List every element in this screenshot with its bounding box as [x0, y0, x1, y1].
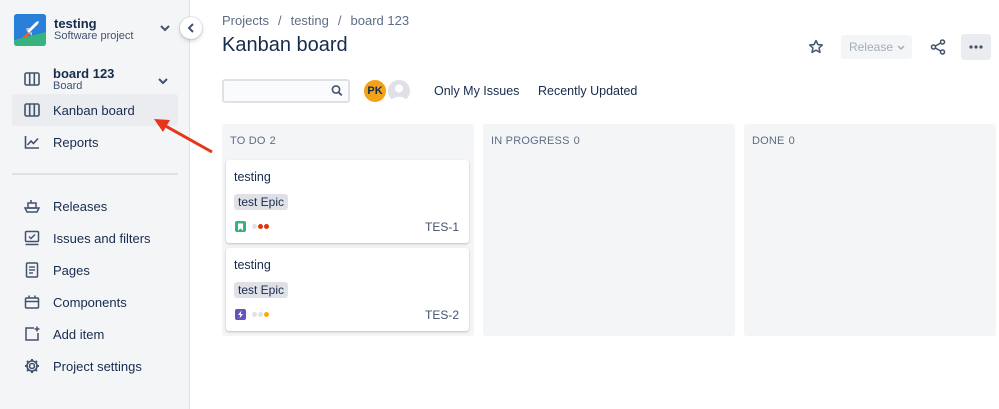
issue-card[interactable]: testing test Epic TES-1	[226, 160, 469, 243]
add-item-icon	[24, 326, 40, 342]
sidebar-item-label: Add item	[53, 326, 105, 342]
project-header[interactable]: testing Software project	[14, 14, 184, 46]
columns-icon	[24, 102, 40, 118]
column-in-progress: IN PROGRESS 0	[483, 124, 735, 336]
share-icon	[930, 39, 946, 55]
header-actions: Release	[803, 34, 991, 60]
chevron-down-icon[interactable]	[158, 76, 168, 88]
column-count: 0	[788, 135, 795, 147]
issue-summary: testing	[234, 258, 271, 272]
project-name: testing	[54, 16, 97, 31]
share-button[interactable]	[925, 34, 951, 60]
column-header: TO DO 2	[230, 135, 276, 147]
issues-icon	[24, 230, 40, 246]
epic-icon	[235, 309, 246, 320]
chevron-down-icon[interactable]	[160, 23, 170, 35]
breadcrumb-separator: /	[277, 13, 282, 28]
epic-label: test Epic	[234, 282, 289, 298]
breadcrumb-board[interactable]: board 123	[351, 13, 410, 28]
board-icon	[24, 71, 40, 90]
column-title: TO DO	[230, 135, 266, 147]
release-label: Release	[848, 40, 893, 54]
project-avatar	[14, 14, 46, 46]
issue-key[interactable]: TES-2	[425, 308, 459, 322]
collapse-sidebar-button[interactable]	[180, 17, 202, 39]
sidebar-item-label: Components	[53, 294, 127, 310]
breadcrumb: Projects / testing / board 123	[222, 13, 409, 28]
avatar-pk[interactable]: PK	[362, 78, 388, 104]
board-type: Board	[53, 80, 83, 92]
column-header: DONE 0	[752, 135, 795, 147]
gear-icon	[24, 358, 40, 374]
ship-icon	[24, 198, 40, 214]
search-input[interactable]	[224, 81, 324, 101]
chevron-down-icon	[897, 43, 905, 52]
project-type: Software project	[54, 30, 134, 42]
chart-line-icon	[24, 134, 40, 150]
sidebar-item-label: Project settings	[53, 358, 142, 374]
annotation-arrow	[154, 119, 213, 154]
sidebar-item-releases[interactable]: Releases	[12, 190, 178, 222]
more-actions-button[interactable]	[961, 34, 991, 60]
sidebar-item-label: Issues and filters	[53, 230, 151, 246]
page-icon	[24, 262, 40, 278]
filter-recently-updated[interactable]: Recently Updated	[538, 84, 637, 98]
sidebar-item-pages[interactable]: Pages	[12, 254, 178, 286]
avatar-unassigned[interactable]	[386, 78, 412, 104]
more-icon	[969, 45, 983, 49]
breadcrumb-projects[interactable]: Projects	[222, 13, 269, 28]
sidebar-item-components[interactable]: Components	[12, 286, 178, 318]
issue-card[interactable]: testing test Epic TES-2	[226, 248, 469, 331]
breadcrumb-project[interactable]: testing	[291, 13, 329, 28]
breadcrumb-separator: /	[337, 13, 342, 28]
column-todo: TO DO 2 testing test Epic TES-1 testing t…	[222, 124, 474, 336]
star-icon	[808, 39, 824, 54]
column-title: DONE	[752, 135, 785, 147]
priority-medium-icon	[252, 312, 269, 317]
sidebar-divider	[12, 173, 178, 175]
issue-key[interactable]: TES-1	[425, 220, 459, 234]
story-icon	[235, 221, 246, 232]
sidebar-item-add-item[interactable]: Add item	[12, 318, 178, 350]
column-header: IN PROGRESS 0	[491, 135, 580, 147]
priority-high-icon	[252, 224, 269, 229]
board-name: board 123	[53, 66, 115, 81]
page-title: Kanban board	[222, 34, 348, 56]
sidebar: testing Software project board 123 Board…	[0, 0, 190, 409]
search-icon	[331, 84, 343, 101]
column-done: DONE 0	[744, 124, 996, 336]
star-button[interactable]	[803, 34, 829, 60]
board-switcher[interactable]: board 123 Board	[12, 64, 178, 96]
column-count: 2	[269, 135, 276, 147]
sidebar-item-label: Kanban board	[53, 102, 135, 118]
search-field[interactable]	[222, 79, 350, 103]
column-title: IN PROGRESS	[491, 135, 570, 147]
user-icon	[391, 84, 407, 102]
sidebar-item-issues-and-filters[interactable]: Issues and filters	[12, 222, 178, 254]
epic-label: test Epic	[234, 194, 289, 210]
chevron-left-icon	[187, 23, 194, 33]
release-button[interactable]: Release	[840, 35, 912, 59]
sidebar-item-label: Releases	[53, 198, 108, 214]
column-count: 0	[573, 135, 580, 147]
sidebar-item-project-settings[interactable]: Project settings	[12, 350, 178, 382]
issue-summary: testing	[234, 170, 271, 184]
filter-only-my-issues[interactable]: Only My Issues	[434, 84, 519, 98]
components-icon	[24, 294, 40, 310]
sidebar-item-label: Pages	[53, 262, 90, 278]
sidebar-item-label: Reports	[53, 134, 99, 150]
